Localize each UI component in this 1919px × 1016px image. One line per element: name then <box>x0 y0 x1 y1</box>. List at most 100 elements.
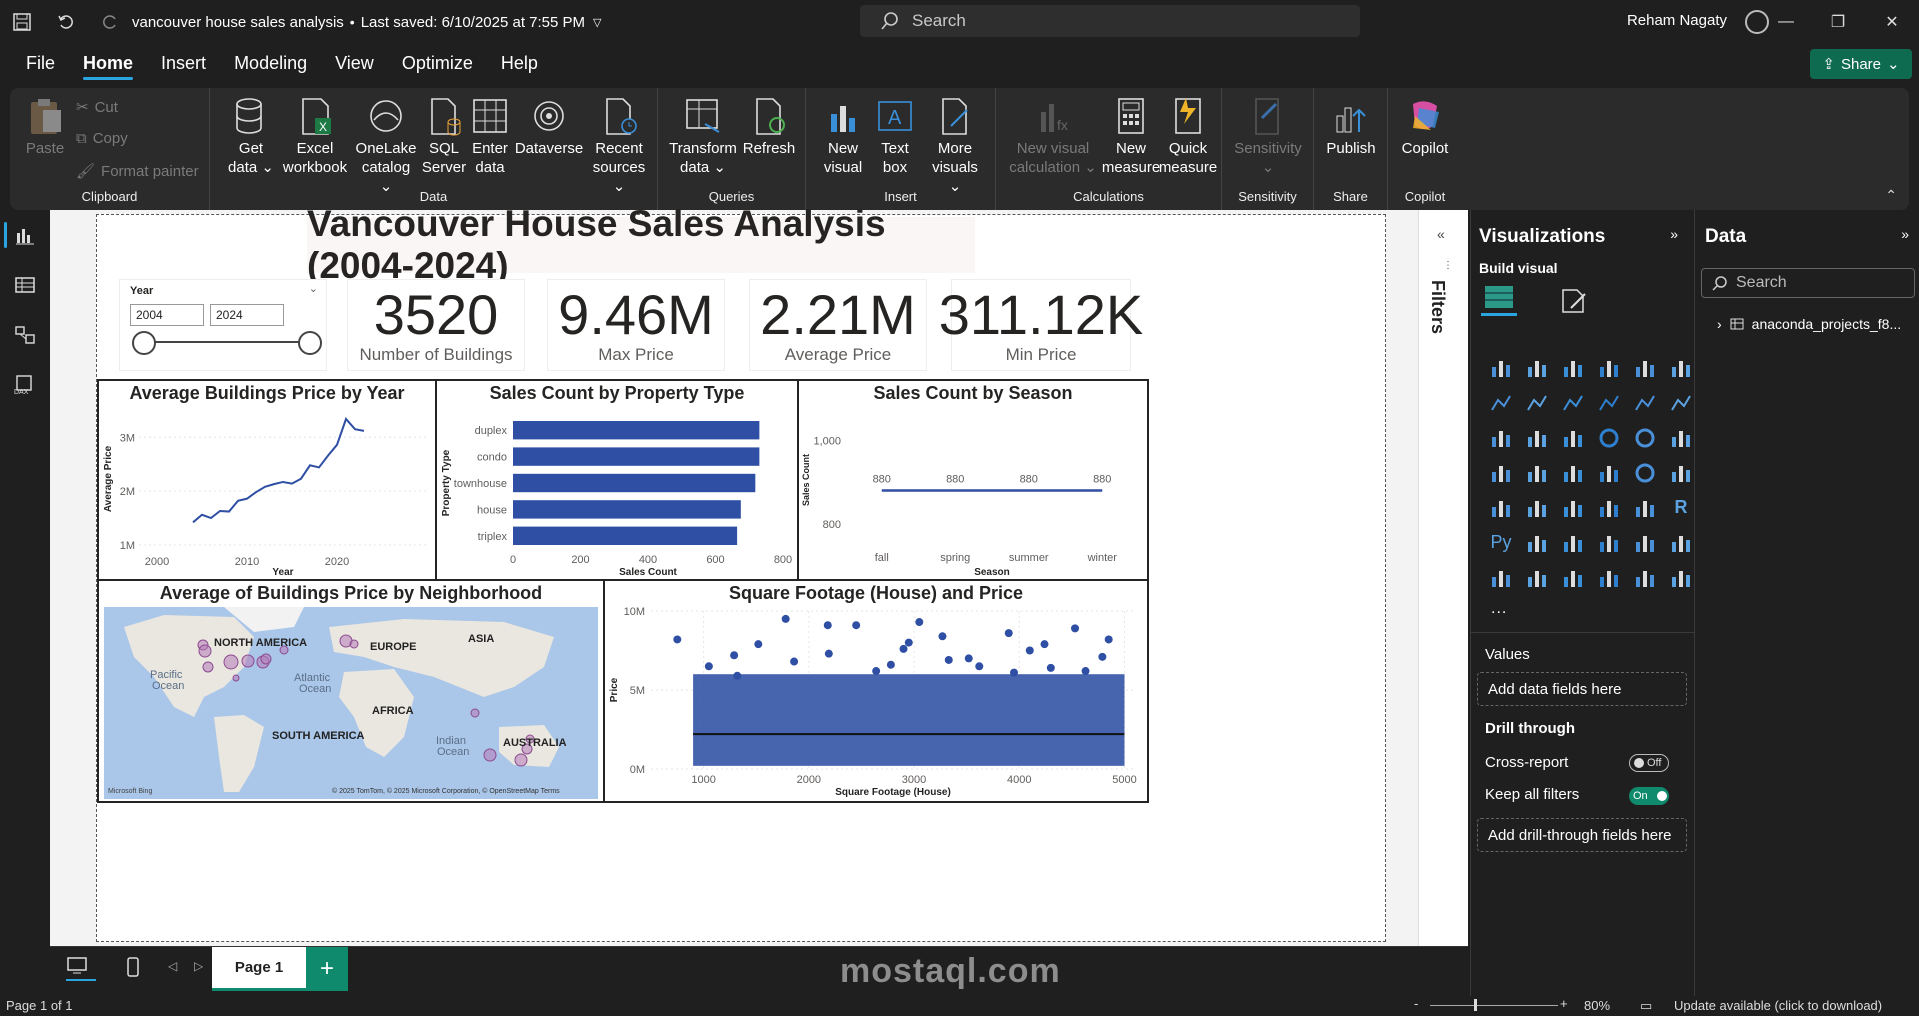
add-page-button[interactable]: + <box>306 947 348 991</box>
area-chart-icon[interactable] <box>1519 385 1555 420</box>
slicer-handle-end[interactable] <box>298 331 322 355</box>
paste-button[interactable]: Paste <box>20 96 70 158</box>
undo-icon[interactable] <box>44 0 88 44</box>
more-visuals-ellipsis[interactable]: ... <box>1491 600 1507 618</box>
narrative-icon[interactable] <box>1627 525 1663 560</box>
line-chart-visual[interactable]: Average Buildings Price by Year 1M 2M 3M 20… <box>97 379 437 581</box>
kpi-icon[interactable] <box>1519 490 1555 525</box>
model-view-icon[interactable] <box>0 310 50 360</box>
enter-data-button[interactable]: Enter data <box>468 96 512 177</box>
matrix-icon[interactable] <box>1627 490 1663 525</box>
slicer-icon[interactable] <box>1555 490 1591 525</box>
season-chart-visual[interactable]: Sales Count by Season 800 1,000 880 fall 880… <box>797 379 1149 581</box>
menu-modeling[interactable]: Modeling <box>220 44 321 82</box>
arcgis-icon[interactable] <box>1591 560 1627 595</box>
mobile-layout-icon[interactable] <box>126 957 140 982</box>
format-visual-tab[interactable] <box>1559 286 1589 319</box>
multirow-card-icon[interactable] <box>1483 490 1519 525</box>
report-view-icon[interactable] <box>0 210 50 260</box>
stacked-column-icon[interactable] <box>1519 350 1555 385</box>
share-button[interactable]: ⇪ Share ⌄ <box>1810 49 1912 79</box>
get-data-button[interactable]: Get data ⌄ <box>226 96 276 177</box>
table-view-icon[interactable] <box>0 260 50 310</box>
line-chart-icon[interactable] <box>1483 385 1519 420</box>
cross-report-toggle[interactable]: Off <box>1629 754 1669 772</box>
save-icon[interactable] <box>0 0 44 44</box>
sensitivity-button[interactable]: Sensitivity ⌄ <box>1228 96 1308 177</box>
qna-icon[interactable] <box>1591 525 1627 560</box>
copilot-button[interactable]: Copilot <box>1394 96 1456 158</box>
stacked-bar-icon[interactable] <box>1483 350 1519 385</box>
fit-page-icon[interactable]: ▭ <box>1640 998 1652 1014</box>
power-automate-icon[interactable] <box>1555 560 1591 595</box>
python-visual-icon[interactable]: Py <box>1483 525 1519 560</box>
100-bar-icon[interactable] <box>1627 350 1663 385</box>
pie-icon[interactable] <box>1591 420 1627 455</box>
build-visual-tab[interactable] <box>1481 282 1517 316</box>
format-painter-button[interactable]: 🖌 Format painter <box>76 162 199 181</box>
power-apps-icon[interactable] <box>1519 560 1555 595</box>
excel-workbook-button[interactable]: X Excel workbook <box>280 96 350 177</box>
donut-icon[interactable] <box>1627 420 1663 455</box>
slicer-from-input[interactable]: 2004 <box>130 304 204 326</box>
key-influencers-icon[interactable] <box>1519 525 1555 560</box>
clustered-bar-icon[interactable] <box>1555 350 1591 385</box>
bar-chart-visual[interactable]: Sales Count by Property Type 0 200 400 600 8… <box>435 379 799 581</box>
onelake-catalog-button[interactable]: OneLake catalog ⌄ <box>354 96 418 196</box>
next-page-icon[interactable]: ▷ <box>194 959 203 973</box>
menu-file[interactable]: File <box>12 44 69 82</box>
text-box-button[interactable]: A Text box <box>870 96 920 177</box>
menu-insert[interactable]: Insert <box>147 44 220 82</box>
azure-map-icon[interactable] <box>1591 455 1627 490</box>
refresh-button[interactable]: Refresh <box>740 96 798 158</box>
more-visuals-button[interactable]: More visuals ⌄ <box>924 96 986 196</box>
new-visual-button[interactable]: New visual <box>818 96 868 177</box>
zoom-slider[interactable] <box>1430 1005 1558 1006</box>
redo-icon[interactable] <box>88 0 132 44</box>
keep-filters-toggle[interactable]: On <box>1629 787 1669 805</box>
stacked-area-icon[interactable] <box>1555 385 1591 420</box>
prev-page-icon[interactable]: ◁ <box>168 959 177 973</box>
restore-icon[interactable]: ❐ <box>1818 8 1858 36</box>
map-visual[interactable]: Average of Buildings Price by Neighborho… <box>97 579 605 803</box>
menu-view[interactable]: View <box>321 44 388 82</box>
dataverse-button[interactable]: Dataverse <box>514 96 584 158</box>
shape-map-icon[interactable] <box>1555 455 1591 490</box>
funnel-icon[interactable] <box>1519 420 1555 455</box>
menu-home[interactable]: Home <box>69 44 147 82</box>
diamond-icon[interactable] <box>1627 560 1663 595</box>
scatter-icon[interactable] <box>1555 420 1591 455</box>
data-search-input[interactable]: Search <box>1701 268 1915 298</box>
collapse-pane-icon[interactable]: » <box>1670 226 1678 242</box>
values-drop-zone[interactable]: Add data fields here <box>1477 672 1687 706</box>
zoom-slider-thumb[interactable] <box>1474 999 1477 1011</box>
publish-button[interactable]: Publish <box>1320 96 1382 158</box>
expand-icon[interactable]: « <box>1437 226 1445 242</box>
new-measure-button[interactable]: New measure <box>1102 96 1160 177</box>
waterfall-icon[interactable] <box>1483 420 1519 455</box>
year-slicer[interactable]: Year ⌄ 2004 2024 <box>119 279 327 371</box>
map-icon[interactable] <box>1483 455 1519 490</box>
new-visual-calculation-button[interactable]: fx New visual calculation ⌄ <box>1004 96 1102 177</box>
collapse-ribbon-icon[interactable]: ⌃ <box>1885 187 1897 204</box>
chevron-right-icon[interactable]: › <box>1717 316 1722 332</box>
slicer-handle-start[interactable] <box>132 331 156 355</box>
filters-pane-collapsed[interactable]: « ⋮ Filters <box>1418 210 1468 946</box>
world-map[interactable]: NORTH AMERICA EUROPE ASIA AFRICA SOUTH A… <box>104 607 598 799</box>
gauge-icon[interactable] <box>1627 455 1663 490</box>
chevron-down-icon[interactable]: ⌄ <box>309 282 318 295</box>
ribbon-chart-icon[interactable] <box>1591 385 1627 420</box>
copy-button[interactable]: ⧉ Copy <box>76 130 128 147</box>
drill-through-drop-zone[interactable]: Add drill-through fields here <box>1477 818 1687 852</box>
menu-help[interactable]: Help <box>487 44 552 82</box>
minimize-icon[interactable]: — <box>1766 8 1806 36</box>
recent-sources-button[interactable]: Recent sources ⌄ <box>586 96 652 196</box>
transform-data-button[interactable]: Transform data ⌄ <box>669 96 737 177</box>
decomposition-tree-icon[interactable] <box>1555 525 1591 560</box>
slicer-to-input[interactable]: 2024 <box>210 304 284 326</box>
cut-button[interactable]: ✂ Cut <box>76 98 118 117</box>
quick-measure-button[interactable]: Quick measure <box>1158 96 1218 177</box>
zoom-in-icon[interactable]: + <box>1560 996 1568 1011</box>
collapse-pane-icon[interactable]: » <box>1901 226 1909 242</box>
paginated-report-icon[interactable] <box>1483 560 1519 595</box>
